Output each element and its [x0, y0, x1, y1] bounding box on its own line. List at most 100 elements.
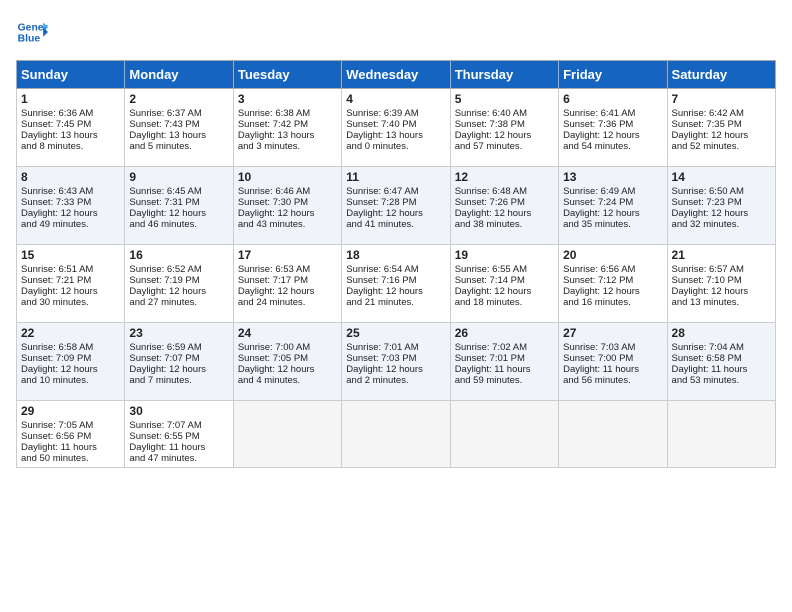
day-info-line: Sunset: 7:45 PM: [21, 119, 120, 130]
day-info-line: and 4 minutes.: [238, 375, 337, 386]
day-number: 13: [563, 170, 662, 184]
day-info-line: Sunset: 7:19 PM: [129, 275, 228, 286]
day-info-line: Sunset: 7:42 PM: [238, 119, 337, 130]
day-info-line: Sunrise: 6:43 AM: [21, 186, 120, 197]
logo: General Blue: [16, 16, 48, 48]
calendar-cell: 29 Sunrise: 7:05 AMSunset: 6:56 PMDayligh…: [17, 401, 125, 468]
day-number: 2: [129, 92, 228, 106]
day-info-line: Sunset: 7:33 PM: [21, 197, 120, 208]
day-info-line: Daylight: 12 hours: [672, 286, 771, 297]
calendar-cell: 7 Sunrise: 6:42 AMSunset: 7:35 PMDaylight…: [667, 89, 775, 167]
calendar-cell: [342, 401, 450, 468]
day-info-line: Sunrise: 6:53 AM: [238, 264, 337, 275]
day-number: 7: [672, 92, 771, 106]
day-info-line: Sunrise: 6:45 AM: [129, 186, 228, 197]
day-info-line: Daylight: 12 hours: [672, 130, 771, 141]
day-info-line: and 2 minutes.: [346, 375, 445, 386]
day-info-line: Sunset: 7:05 PM: [238, 353, 337, 364]
day-info-line: Sunrise: 6:47 AM: [346, 186, 445, 197]
day-info-line: Sunrise: 7:02 AM: [455, 342, 554, 353]
day-info-line: Daylight: 12 hours: [455, 286, 554, 297]
day-info-line: Sunrise: 6:58 AM: [21, 342, 120, 353]
day-info-line: Sunrise: 7:05 AM: [21, 420, 120, 431]
day-header-tuesday: Tuesday: [233, 61, 341, 89]
day-info-line: and 35 minutes.: [563, 219, 662, 230]
day-info-line: and 50 minutes.: [21, 453, 120, 464]
day-info-line: Sunrise: 6:38 AM: [238, 108, 337, 119]
day-info-line: Daylight: 13 hours: [21, 130, 120, 141]
day-info-line: Sunset: 7:00 PM: [563, 353, 662, 364]
day-number: 20: [563, 248, 662, 262]
day-info-line: Daylight: 12 hours: [672, 208, 771, 219]
page-container: General Blue SundayMondayTuesdayWednesda…: [0, 0, 792, 476]
day-info-line: and 27 minutes.: [129, 297, 228, 308]
day-info-line: Daylight: 12 hours: [238, 208, 337, 219]
day-info-line: Sunset: 7:24 PM: [563, 197, 662, 208]
day-number: 11: [346, 170, 445, 184]
day-info-line: Sunrise: 6:41 AM: [563, 108, 662, 119]
day-info-line: Daylight: 12 hours: [346, 208, 445, 219]
day-info-line: Sunrise: 6:40 AM: [455, 108, 554, 119]
calendar-cell: 15Sunrise: 6:51 AMSunset: 7:21 PMDayligh…: [17, 245, 125, 323]
day-info-line: Daylight: 11 hours: [21, 442, 120, 453]
day-info-line: and 0 minutes.: [346, 141, 445, 152]
day-info-line: Sunrise: 6:57 AM: [672, 264, 771, 275]
day-number: 26: [455, 326, 554, 340]
day-info-line: Daylight: 11 hours: [672, 364, 771, 375]
day-info-line: Sunset: 7:40 PM: [346, 119, 445, 130]
calendar-cell: 18Sunrise: 6:54 AMSunset: 7:16 PMDayligh…: [342, 245, 450, 323]
day-info-line: Sunset: 7:07 PM: [129, 353, 228, 364]
day-info-line: Sunset: 7:23 PM: [672, 197, 771, 208]
header: General Blue: [16, 16, 776, 48]
day-info-line: Sunset: 7:17 PM: [238, 275, 337, 286]
day-info-line: Sunset: 7:10 PM: [672, 275, 771, 286]
day-info-line: Daylight: 11 hours: [563, 364, 662, 375]
day-info-line: Daylight: 12 hours: [129, 208, 228, 219]
day-info-line: Daylight: 11 hours: [455, 364, 554, 375]
day-info-line: and 47 minutes.: [129, 453, 228, 464]
day-number: 17: [238, 248, 337, 262]
day-info-line: Sunrise: 6:55 AM: [455, 264, 554, 275]
day-info-line: Sunset: 7:09 PM: [21, 353, 120, 364]
day-number: 16: [129, 248, 228, 262]
day-info-line: and 5 minutes.: [129, 141, 228, 152]
day-info-line: Daylight: 12 hours: [346, 286, 445, 297]
day-info-line: Daylight: 13 hours: [346, 130, 445, 141]
day-info-line: and 16 minutes.: [563, 297, 662, 308]
day-info-line: Daylight: 12 hours: [21, 208, 120, 219]
day-info-line: Daylight: 11 hours: [129, 442, 228, 453]
calendar-cell: 20Sunrise: 6:56 AMSunset: 7:12 PMDayligh…: [559, 245, 667, 323]
day-number: 29: [21, 404, 120, 418]
day-info-line: Daylight: 12 hours: [563, 286, 662, 297]
day-info-line: Sunrise: 7:04 AM: [672, 342, 771, 353]
day-info-line: Sunrise: 6:42 AM: [672, 108, 771, 119]
day-info-line: Sunset: 7:12 PM: [563, 275, 662, 286]
calendar-cell: 26Sunrise: 7:02 AMSunset: 7:01 PMDayligh…: [450, 323, 558, 401]
day-info-line: Daylight: 13 hours: [129, 130, 228, 141]
calendar-cell: 1Sunrise: 6:36 AMSunset: 7:45 PMDaylight…: [17, 89, 125, 167]
day-number: 28: [672, 326, 771, 340]
day-info-line: Sunrise: 6:59 AM: [129, 342, 228, 353]
day-info-line: Daylight: 12 hours: [455, 208, 554, 219]
day-info-line: Daylight: 12 hours: [129, 364, 228, 375]
calendar-table: SundayMondayTuesdayWednesdayThursdayFrid…: [16, 60, 776, 468]
day-header-friday: Friday: [559, 61, 667, 89]
logo-icon: General Blue: [16, 16, 48, 48]
day-info-line: Sunset: 7:43 PM: [129, 119, 228, 130]
day-info-line: Sunset: 7:21 PM: [21, 275, 120, 286]
day-info-line: Sunrise: 6:51 AM: [21, 264, 120, 275]
day-info-line: Sunset: 7:35 PM: [672, 119, 771, 130]
day-info-line: Sunrise: 6:46 AM: [238, 186, 337, 197]
day-number: 25: [346, 326, 445, 340]
calendar-cell: 28Sunrise: 7:04 AMSunset: 6:58 PMDayligh…: [667, 323, 775, 401]
calendar-cell: 14Sunrise: 6:50 AMSunset: 7:23 PMDayligh…: [667, 167, 775, 245]
day-info-line: Sunset: 7:03 PM: [346, 353, 445, 364]
day-number: 1: [21, 92, 120, 106]
day-info-line: and 54 minutes.: [563, 141, 662, 152]
day-info-line: Sunset: 6:56 PM: [21, 431, 120, 442]
calendar-cell: 23Sunrise: 6:59 AMSunset: 7:07 PMDayligh…: [125, 323, 233, 401]
day-info-line: Sunset: 7:14 PM: [455, 275, 554, 286]
day-info-line: Sunset: 7:38 PM: [455, 119, 554, 130]
day-number: 19: [455, 248, 554, 262]
calendar-cell: 16Sunrise: 6:52 AMSunset: 7:19 PMDayligh…: [125, 245, 233, 323]
